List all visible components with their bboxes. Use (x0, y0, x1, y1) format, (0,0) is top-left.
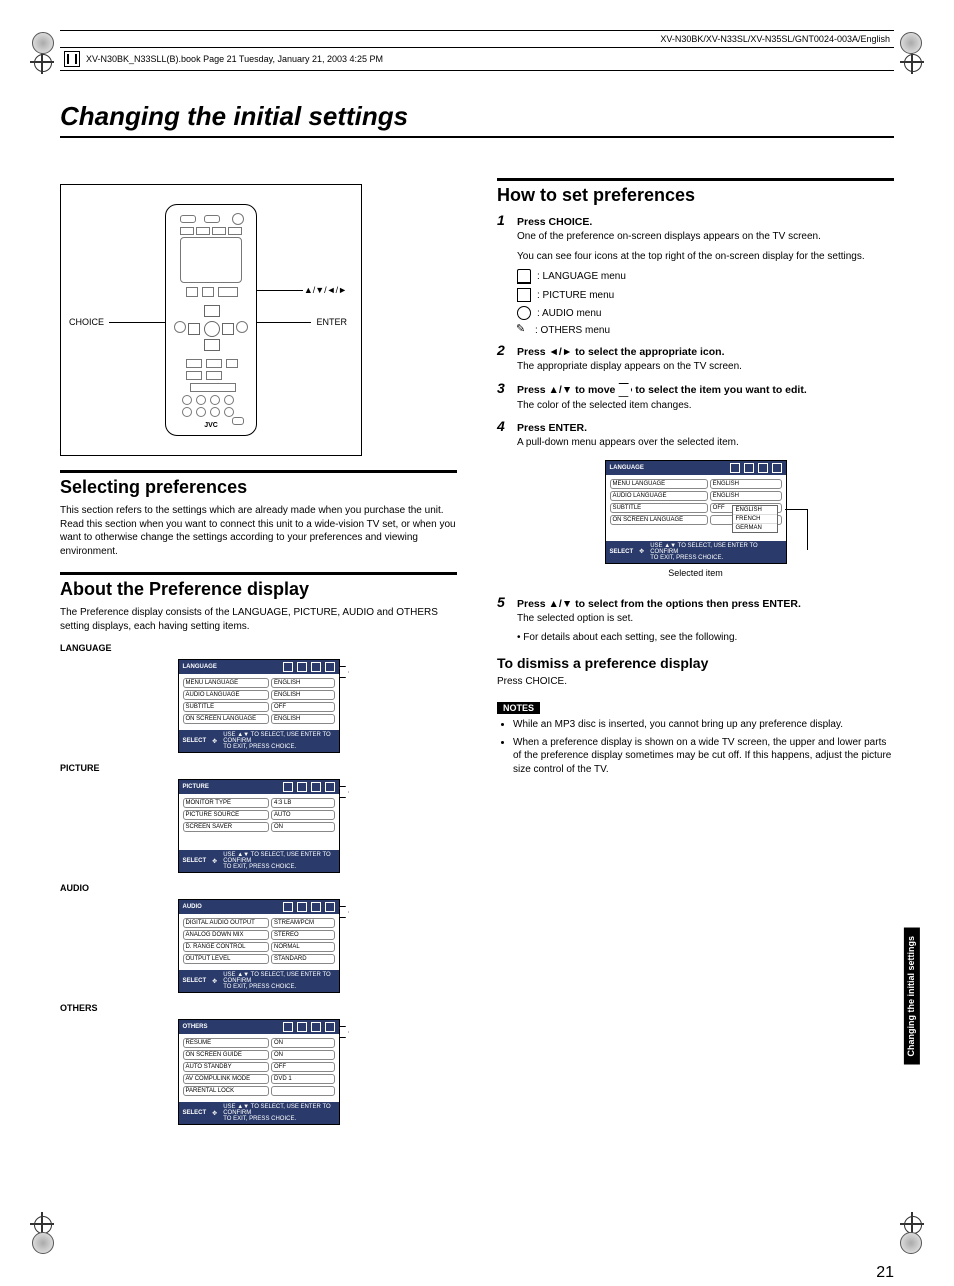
step5-body2: • For details about each setting, see th… (517, 631, 894, 645)
audio-osd: AUDIO DIGITAL AUDIO OUTPUTSTREAM/PCMANAL… (178, 899, 340, 993)
picture-menu-text: : PICTURE menu (537, 290, 614, 301)
selecting-preferences-body: This section refers to the settings whic… (60, 504, 457, 558)
language-menu-icon (517, 269, 531, 284)
step4-head: Press ENTER. (517, 422, 587, 434)
register-dot-icon (32, 1232, 54, 1254)
dismiss-heading: To dismiss a preference display (497, 655, 894, 671)
picture-label: PICTURE (60, 763, 457, 773)
language-osd: LANGUAGE MENU LANGUAGEENGLISHAUDIO LANGU… (178, 659, 340, 753)
dismiss-body: Press CHOICE. (497, 675, 894, 689)
book-icon (64, 51, 80, 67)
about-preference-heading: About the Preference display (60, 579, 457, 600)
step1-body1: One of the preference on-screen displays… (517, 230, 894, 244)
step5-body1: The selected option is set. (517, 612, 894, 626)
notes-list: While an MP3 disc is inserted, you canno… (501, 718, 894, 776)
remote-brand: JVC (166, 422, 256, 429)
remote-enter-label: ENTER (316, 317, 347, 327)
example-dropdown: ENGLISHFRENCHGERMAN (732, 505, 778, 533)
remote-nav-cluster (188, 305, 234, 351)
picture-osd: PICTURE MONITOR TYPE4:3 LBPICTURE SOURCE… (178, 779, 340, 873)
register-dot-icon (32, 32, 54, 54)
audio-menu-text: : AUDIO menu (537, 308, 601, 319)
cursor-icon (618, 383, 632, 397)
selecting-preferences-heading: Selecting preferences (60, 477, 457, 498)
notes-tag: NOTES (497, 702, 540, 714)
side-tab: Changing the initial settings (904, 928, 920, 1065)
audio-menu-icon (517, 306, 531, 320)
others-menu-text: : OTHERS menu (535, 325, 610, 336)
language-label: LANGUAGE (60, 643, 457, 653)
picture-menu-icon (517, 288, 531, 302)
remote-illustration: CHOICE ENTER ▲/▼/◄/► (60, 184, 362, 456)
remote-choice-label: CHOICE (69, 317, 104, 327)
step1-body2: You can see four icons at the top right … (517, 250, 894, 264)
how-to-set-heading: How to set preferences (497, 185, 894, 206)
audio-label: AUDIO (60, 883, 457, 893)
page-number: 21 (876, 1264, 894, 1282)
selected-item-label: Selected item (497, 568, 894, 578)
page-title: Changing the initial settings (60, 101, 894, 138)
step3-head: Press ▲/▼ to move to select the item you… (517, 383, 807, 397)
step3-body: The color of the selected item changes. (517, 399, 894, 413)
step2-head: Press ◄/► to select the appropriate icon… (517, 346, 725, 358)
register-dot-icon (900, 32, 922, 54)
register-dot-icon (900, 1232, 922, 1254)
example-osd: LANGUAGE MENU LANGUAGEENGLISHAUDIO LANGU… (605, 460, 787, 564)
header-path: XV-N30BK/XV-N33SL/XV-N35SL/GNT0024-003A/… (60, 30, 894, 47)
others-osd: OTHERS RESUMEONON SCREEN GUIDEONAUTO STA… (178, 1019, 340, 1125)
book-info-line: XV-N30BK_N33SLL(B).book Page 21 Tuesday,… (60, 47, 894, 71)
remote-arrows-label: ▲/▼/◄/► (304, 285, 347, 295)
about-preference-body: The Preference display consists of the L… (60, 606, 457, 633)
language-menu-text: : LANGUAGE menu (537, 271, 626, 282)
others-menu-icon (517, 324, 529, 336)
step5-head: Press ▲/▼ to select from the options the… (517, 598, 801, 610)
others-label: OTHERS (60, 1003, 457, 1013)
remote-body: JVC (165, 204, 257, 436)
step2-body: The appropriate display appears on the T… (517, 360, 894, 374)
step4-body: A pull-down menu appears over the select… (517, 436, 894, 450)
step1-head: Press CHOICE. (517, 216, 592, 228)
